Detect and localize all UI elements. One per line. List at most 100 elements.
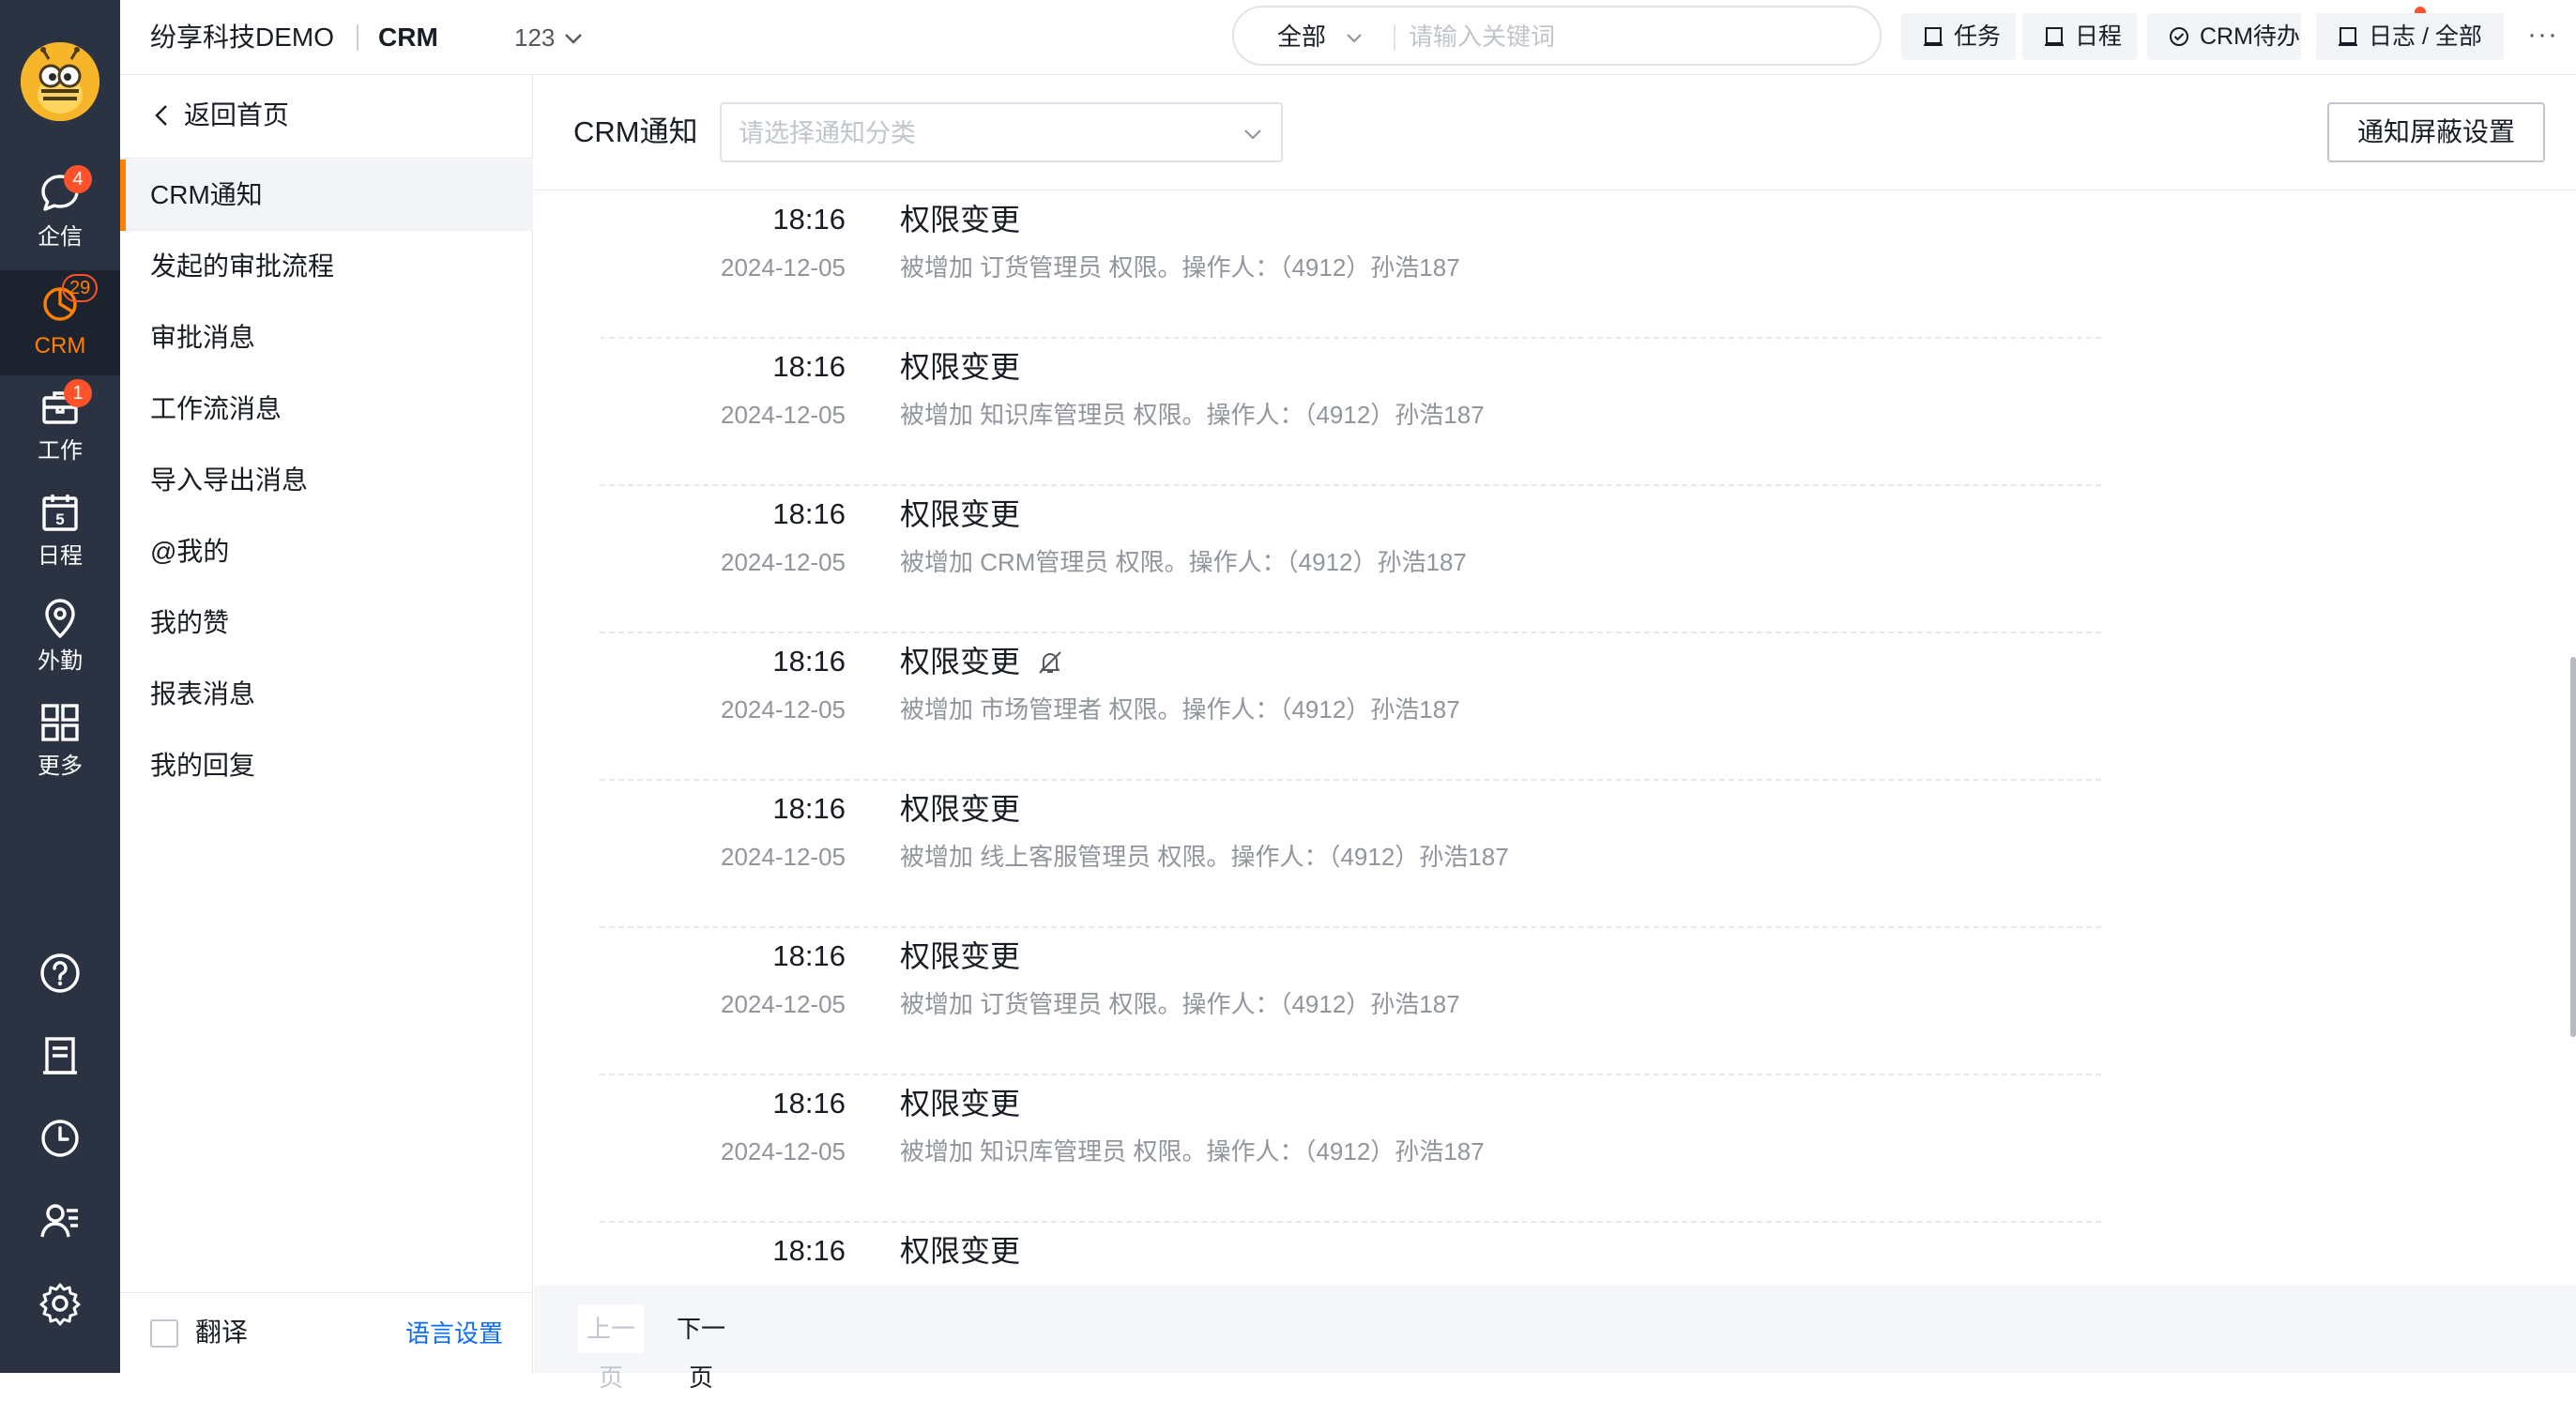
notification-date: 2024-12-05 [721,695,846,724]
rail-badge-crm: 29 [62,274,99,302]
calendar-day-number: 5 [55,511,64,528]
sidebar-item-replies[interactable]: 我的回复 [120,730,533,801]
notification-title: 权限变更 [900,1234,1021,1268]
back-home-label: 返回首页 [184,100,290,130]
sidebar-item-mentions[interactable]: @我的 [120,516,533,587]
app-logo[interactable] [21,42,99,121]
chevron-down-icon [1244,130,1261,140]
rail-item-work[interactable]: 1 工作 [0,375,120,480]
settings-gear-icon[interactable] [37,1280,84,1327]
crm-todo-label: CRM待办 [2200,23,2300,50]
rail-item-messages[interactable]: 4 企信 [0,161,120,267]
header-task-button[interactable]: 任务 [1901,13,2016,60]
sidebar-item-import-export[interactable]: 导入导出消息 [120,445,533,516]
header-crm-todo-button[interactable]: CRM待办 [2147,13,2301,60]
notification-list: 18:16 2024-12-05 权限变更 被增加 订货管理员 权限。操作人：（… [534,191,2576,1286]
header-divider [357,24,358,51]
left-nav-rail: 4 企信 29 CRM 1 工作 5 日程 外勤 更多 [0,0,120,1373]
search-input[interactable] [1409,17,1859,56]
notification-title: 权限变更 [900,350,1021,384]
help-icon[interactable] [37,950,84,997]
notification-row[interactable]: 18:16 2024-12-05 权限变更 被增加 市场管理者 权限。操作人：（… [600,633,2101,781]
notification-date: 2024-12-05 [721,990,846,1018]
mute-settings-button[interactable]: 通知屏蔽设置 [2327,102,2545,162]
notification-row[interactable]: 18:16 2024-12-05 权限变更 被增加 订货管理员 权限。操作人：（… [600,928,2101,1075]
notification-row[interactable]: 18:16 2024-12-05 权限变更 被增加 线上客服管理员 权限。操作人… [600,781,2101,928]
next-page-button[interactable]: 下一页 [663,1304,739,1392]
translate-label: 翻译 [195,1318,249,1347]
todo-check-icon [2170,27,2188,46]
rail-label-crm: CRM [34,333,86,358]
env-switcher[interactable]: 123 [514,21,555,54]
log-label: 日志 / 全部 [2369,23,2482,50]
prev-page-button[interactable]: 上一页 [578,1304,644,1392]
rail-label-messages: 企信 [38,224,83,250]
message-category-sidebar: 返回首页 CRM通知 发起的审批流程 审批消息 工作流消息 导入导出消息 @我的… [120,76,533,1373]
back-home-link[interactable]: 返回首页 [120,76,533,159]
notification-time: 18:16 [772,350,846,383]
chevron-left-icon [155,105,167,126]
notification-title: 权限变更 [900,792,1021,826]
clock-icon[interactable] [37,1115,84,1162]
header-schedule-button[interactable]: 日程 [2022,13,2137,60]
search-divider [1394,24,1395,51]
page-title: CRM通知 [573,115,698,148]
global-search: 全部 [1232,6,1882,66]
notification-time: 18:16 [772,1234,846,1267]
notification-desc: 被增加 线上客服管理员 权限。操作人：（4912）孙浩187 [900,843,1509,871]
rail-item-field[interactable]: 外勤 [0,586,120,691]
notification-time: 18:16 [772,939,846,972]
grid-apps-icon [41,704,79,741]
schedule-label: 日程 [2075,23,2123,50]
translate-checkbox[interactable] [150,1319,178,1348]
chevron-down-icon[interactable] [1345,28,1364,47]
schedule-icon [2045,27,2064,46]
sidebar-item-initiated-approvals[interactable]: 发起的审批流程 [120,231,533,302]
sidebar-footer: 翻译 语言设置 [120,1292,533,1373]
notification-title: 权限变更 [900,645,1021,678]
category-select-placeholder: 请选择通知分类 [739,119,916,147]
notification-desc: 被增加 订货管理员 权限。操作人：（4912）孙浩187 [900,990,1460,1018]
notification-row[interactable]: 18:16 2024-12-05 权限变更 被增加 知识库管理员 权限。操作人：… [600,339,2101,486]
notification-date: 2024-12-05 [721,548,846,576]
notification-row[interactable]: 18:16 2024-12-05 权限变更 被增加 CRM管理员 权限。操作人：… [600,486,2101,633]
bee-mascot-icon [21,42,99,121]
chevron-down-icon[interactable] [563,28,584,49]
notebook-icon[interactable] [37,1032,84,1079]
search-scope-select[interactable]: 全部 [1277,21,1326,53]
more-menu-icon[interactable]: ··· [2527,21,2558,49]
language-settings-link[interactable]: 语言设置 [405,1317,503,1350]
header-log-button[interactable]: 日志 / 全部 [2316,13,2504,60]
task-icon [1924,27,1943,46]
notification-row[interactable]: 18:16 权限变更 [600,1223,2101,1286]
notification-date: 2024-12-05 [721,401,846,429]
rail-badge-work: 1 [64,379,92,407]
rail-item-more[interactable]: 更多 [0,691,120,796]
sidebar-item-approval-messages[interactable]: 审批消息 [120,302,533,373]
calendar-icon: 5 [42,495,78,531]
notification-desc: 被增加 订货管理员 权限。操作人：（4912）孙浩187 [900,253,1460,282]
sidebar-item-likes[interactable]: 我的赞 [120,587,533,659]
notification-time: 18:16 [772,792,846,825]
sidebar-item-workflow-messages[interactable]: 工作流消息 [120,373,533,445]
notification-toolbar: CRM通知 请选择通知分类 通知屏蔽设置 [534,76,2576,190]
bell-muted-icon[interactable] [1036,648,1064,677]
notification-title: 权限变更 [900,939,1021,973]
scrollbar-thumb[interactable] [2570,657,2576,1037]
notification-desc: 被增加 知识库管理员 权限。操作人：（4912）孙浩187 [900,1137,1485,1166]
notification-time: 18:16 [772,1087,846,1120]
company-name[interactable]: 纷享科技DEMO [150,21,334,54]
notification-time: 18:16 [772,497,846,530]
rail-item-schedule[interactable]: 5 日程 [0,480,120,586]
log-icon [2339,27,2357,46]
notification-panel: CRM通知 请选择通知分类 通知屏蔽设置 18:16 2024-12-05 权限… [534,76,2576,1392]
notification-desc: 被增加 CRM管理员 权限。操作人：（4912）孙浩187 [900,548,1467,576]
rail-item-crm[interactable]: 29 CRM [0,270,120,375]
contacts-icon[interactable] [37,1197,84,1244]
notification-title: 权限变更 [900,497,1021,531]
sidebar-item-report-messages[interactable]: 报表消息 [120,659,533,730]
sidebar-item-crm-notice[interactable]: CRM通知 [120,160,533,231]
category-select[interactable]: 请选择通知分类 [720,102,1283,162]
notification-row[interactable]: 18:16 2024-12-05 权限变更 被增加 订货管理员 权限。操作人：（… [600,191,2101,339]
notification-row[interactable]: 18:16 2024-12-05 权限变更 被增加 知识库管理员 权限。操作人：… [600,1075,2101,1223]
